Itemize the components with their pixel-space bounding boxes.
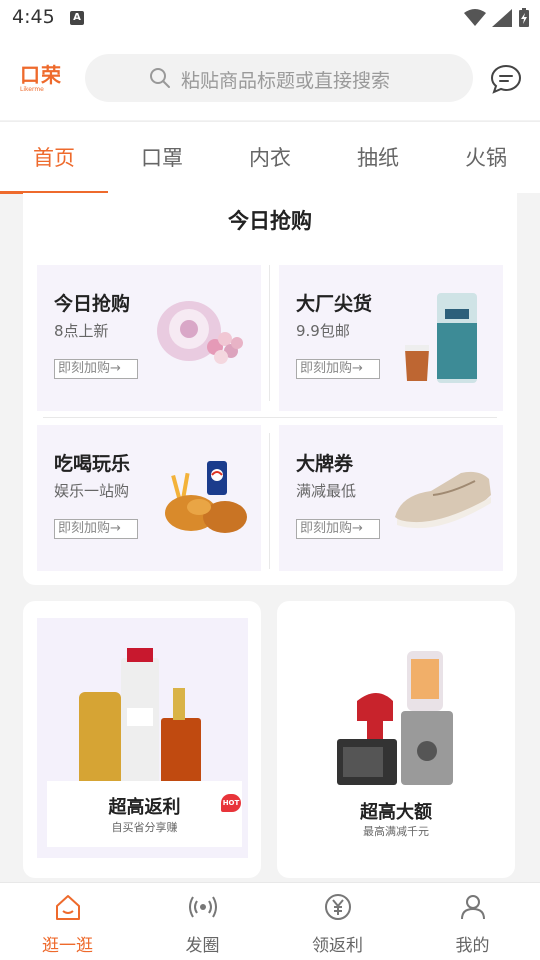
deal-tile-coupon[interactable]: 大牌券 满减最低 即刻加购→ <box>279 425 503 571</box>
nav-label: 我的 <box>455 936 490 956</box>
app-logo[interactable]: 口荣 Likerme <box>20 64 66 98</box>
divider <box>43 417 497 418</box>
tile-title: 大牌券 <box>296 453 354 475</box>
deal-tile-food[interactable]: 吃喝玩乐 娱乐一站购 即刻加购→ <box>37 425 261 571</box>
tile-subtitle: 娱乐一站购 <box>54 482 130 500</box>
promo-title: 超高返利 <box>108 797 181 818</box>
yuan-coin-icon <box>325 894 351 920</box>
status-icons <box>464 7 530 29</box>
fried-chicken-image <box>165 461 247 533</box>
nav-label: 领返利 <box>312 936 363 956</box>
tile-title: 今日抢购 <box>54 293 131 315</box>
cosmetic-pearls-image <box>157 301 243 364</box>
tab-home[interactable]: 首页 <box>0 122 108 194</box>
deal-tile-factory[interactable]: 大厂尖货 9.9包邮 即刻加购→ <box>279 265 503 411</box>
broadcast-icon <box>189 896 217 918</box>
tile-title: 吃喝玩乐 <box>54 453 131 475</box>
promo-card-coupon[interactable]: 超高大额 最高满减千元 <box>277 601 515 878</box>
kitchen-appliances-image <box>337 651 453 785</box>
tab-hotpot[interactable]: 火锅 <box>432 122 540 194</box>
nav-label: 逛一逛 <box>42 936 93 956</box>
sneaker-image <box>395 471 491 529</box>
tile-title: 大厂尖货 <box>296 293 373 315</box>
search-bar[interactable]: 粘贴商品标题或直接搜索 <box>85 54 473 102</box>
category-tabs: 首页 口罩 内衣 抽纸 火锅 <box>0 121 540 194</box>
skincare-products-image <box>79 648 201 788</box>
promo-subtitle: 自买省分享赚 <box>111 821 178 834</box>
tile-subtitle: 9.9包邮 <box>296 322 350 340</box>
promo-subtitle: 最高满减千元 <box>363 825 429 838</box>
notification-icon: A <box>70 11 84 25</box>
nav-browse[interactable]: 逛一逛 <box>0 883 135 960</box>
nav-profile[interactable]: 我的 <box>405 883 540 960</box>
divider <box>269 265 270 401</box>
header: 口荣 Likerme 粘贴商品标题或直接搜索 <box>0 36 540 120</box>
section-title: 今日抢购 <box>228 209 312 233</box>
hot-badge: HOT <box>221 794 241 812</box>
message-icon[interactable] <box>490 63 522 95</box>
battery-icon <box>519 8 529 27</box>
add-to-cart-button[interactable]: 即刻加购→ <box>54 519 138 539</box>
nav-label: 发圈 <box>185 936 220 956</box>
tab-tissue[interactable]: 抽纸 <box>324 122 432 194</box>
tab-masks[interactable]: 口罩 <box>108 122 216 194</box>
add-to-cart-button[interactable]: 即刻加购→ <box>296 519 380 539</box>
tile-subtitle: 满减最低 <box>296 482 357 500</box>
wifi-icon <box>464 9 486 26</box>
search-icon <box>150 68 170 88</box>
home-icon <box>56 895 80 920</box>
bottom-navigation: 逛一逛 发圈 领返利 我的 <box>0 882 540 960</box>
signal-icon <box>492 9 512 27</box>
nav-rebate[interactable]: 领返利 <box>270 883 405 960</box>
today-deals-section: 今日抢购 今日抢购 8点上新 即刻加购→ 大厂尖货 9.9包邮 即刻加购→ 吃喝… <box>23 193 517 585</box>
promo-title: 超高大额 <box>360 802 432 823</box>
add-to-cart-button[interactable]: 即刻加购→ <box>54 359 138 379</box>
logo-subtext: Likerme <box>20 86 44 93</box>
status-bar: 4:45 A <box>0 0 540 36</box>
search-placeholder: 粘贴商品标题或直接搜索 <box>181 70 391 92</box>
add-to-cart-button[interactable]: 即刻加购→ <box>296 359 380 379</box>
tab-underwear[interactable]: 内衣 <box>216 122 324 194</box>
tea-can-image <box>405 293 477 383</box>
tile-subtitle: 8点上新 <box>54 322 109 340</box>
deal-tile-today[interactable]: 今日抢购 8点上新 即刻加购→ <box>37 265 261 411</box>
divider <box>269 433 270 569</box>
promo-caption: 超高返利 自买省分享赚 HOT <box>47 781 242 847</box>
user-icon <box>461 895 485 920</box>
logo-mark: 口荣 <box>20 63 62 87</box>
status-time: 4:45 <box>12 6 55 28</box>
nav-share[interactable]: 发圈 <box>135 883 270 960</box>
promo-card-rebate[interactable]: 超高返利 自买省分享赚 HOT <box>23 601 261 878</box>
